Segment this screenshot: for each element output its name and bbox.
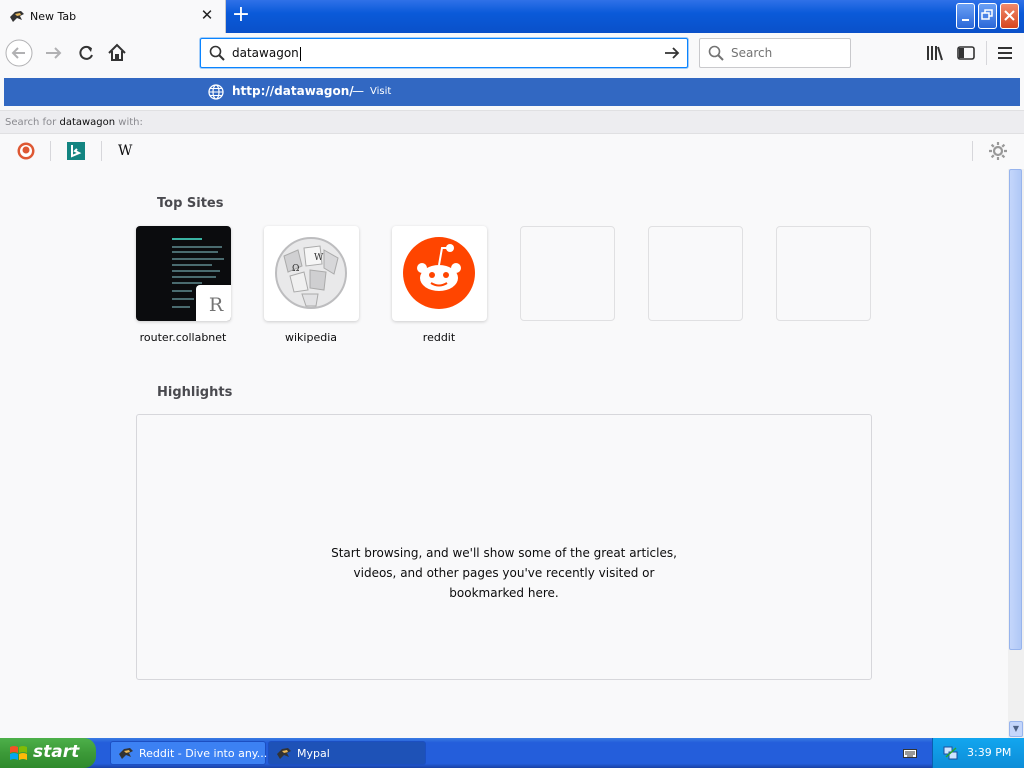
top-site-label: reddit	[422, 331, 456, 344]
start-button[interactable]: start	[0, 738, 96, 768]
restore-button[interactable]	[978, 3, 997, 29]
back-button[interactable]	[5, 39, 33, 67]
forward-arrow-icon	[46, 47, 62, 59]
engine-separator	[101, 141, 102, 161]
navigation-toolbar: datawagon Search	[0, 33, 1024, 75]
top-sites-title: Top Sites	[157, 196, 224, 211]
empty-top-site-tile	[648, 226, 743, 321]
minimize-button[interactable]	[956, 3, 975, 29]
forward-button[interactable]	[40, 39, 68, 67]
engine-bing[interactable]	[66, 141, 86, 161]
search-input[interactable]: Search	[731, 46, 772, 60]
empty-top-site-tile	[776, 226, 871, 321]
mypal-icon	[277, 748, 291, 759]
engine-separator	[972, 141, 973, 161]
url-input[interactable]: datawagon	[232, 46, 301, 61]
close-icon	[1004, 10, 1015, 21]
gear-icon[interactable]	[988, 141, 1008, 161]
tab-new-tab[interactable]: New Tab ✕	[0, 0, 226, 33]
suggestion-dash: —	[352, 84, 364, 98]
search-icon	[209, 45, 225, 61]
windows-taskbar: start Reddit - Dive into any... Mypal 3:…	[0, 738, 1024, 768]
taskbar-clock: 3:39 PM	[967, 746, 1012, 759]
svg-text:Ω: Ω	[292, 264, 299, 274]
url-autocomplete-popup: http://datawagon/ — Visit Search for dat…	[0, 75, 1024, 170]
one-off-search-engines: W	[0, 134, 1024, 168]
highlights-title: Highlights	[157, 385, 233, 400]
duckduckgo-icon	[17, 142, 35, 160]
network-icon[interactable]	[943, 745, 959, 761]
reddit-icon	[403, 237, 475, 309]
taskbar-item-mypal[interactable]: Mypal	[268, 741, 426, 765]
minimize-icon	[962, 19, 969, 21]
taskbar-item-reddit[interactable]: Reddit - Dive into any...	[110, 741, 267, 765]
engine-wikipedia[interactable]: W	[118, 141, 138, 161]
scrollbar-thumb[interactable]	[1009, 169, 1022, 650]
engine-duckduckgo[interactable]	[16, 141, 36, 161]
back-arrow-icon	[5, 39, 33, 67]
highlights-empty-state: Start browsing, and we'll show some of t…	[136, 414, 872, 680]
wikipedia-icon: W	[118, 143, 133, 159]
engine-separator	[50, 141, 51, 161]
home-icon	[108, 43, 126, 61]
empty-top-site-tile	[520, 226, 615, 321]
scroll-down-arrow-icon[interactable]: ▼	[1009, 721, 1023, 737]
library-icon[interactable]	[925, 43, 945, 63]
new-tab-page: Top Sites R router.collabnet Ω W wikiped…	[0, 169, 1008, 738]
go-arrow-icon[interactable]	[663, 45, 681, 61]
tab-title: New Tab	[30, 10, 77, 23]
svg-text:W: W	[314, 253, 324, 263]
text-caret	[299, 46, 301, 61]
suggestion-action: Visit	[370, 86, 392, 97]
close-window-button[interactable]	[1000, 3, 1019, 29]
highlights-empty-message: Start browsing, and we'll show some of t…	[331, 546, 677, 600]
search-icon	[708, 45, 724, 61]
close-tab-icon[interactable]: ✕	[199, 7, 215, 23]
new-tab-button[interactable]: +	[230, 4, 252, 27]
suggestion-visit-row[interactable]: http://datawagon/ — Visit	[4, 78, 1020, 106]
sidebar-icon[interactable]	[956, 43, 976, 63]
top-site-tile[interactable]: R	[136, 226, 231, 321]
bing-icon	[67, 142, 85, 160]
toolbar-separator	[986, 41, 987, 65]
tab-strip: New Tab ✕ +	[0, 0, 1024, 33]
top-site-label: router.collabnet	[139, 331, 227, 344]
search-for-header: Search for datawagon with:	[0, 110, 1024, 134]
search-bar[interactable]: Search	[699, 38, 851, 68]
start-label: start	[33, 742, 80, 762]
restore-icon	[981, 9, 993, 20]
top-site-label: wikipedia	[284, 331, 337, 344]
mypal-icon	[10, 11, 24, 22]
mypal-icon	[119, 748, 133, 759]
reload-icon	[79, 45, 93, 60]
suggestion-url: http://datawagon/	[232, 84, 354, 98]
vertical-scrollbar[interactable]: ▼	[1008, 169, 1024, 738]
url-bar[interactable]: datawagon	[200, 38, 688, 68]
top-site-tile[interactable]: Ω W	[264, 226, 359, 321]
windows-flag-icon	[10, 746, 27, 760]
top-site-tile[interactable]	[392, 226, 487, 321]
menu-icon[interactable]	[995, 43, 1015, 63]
reload-button[interactable]	[72, 39, 100, 67]
globe-icon	[208, 84, 224, 100]
keyboard-icon[interactable]	[903, 747, 917, 759]
site-letter-icon: R	[196, 285, 231, 321]
search-for-text: Search for datawagon with:	[5, 117, 143, 128]
wikipedia-globe-icon: Ω W	[275, 237, 347, 309]
home-button[interactable]	[103, 39, 131, 67]
system-tray: 3:39 PM	[932, 738, 1024, 768]
